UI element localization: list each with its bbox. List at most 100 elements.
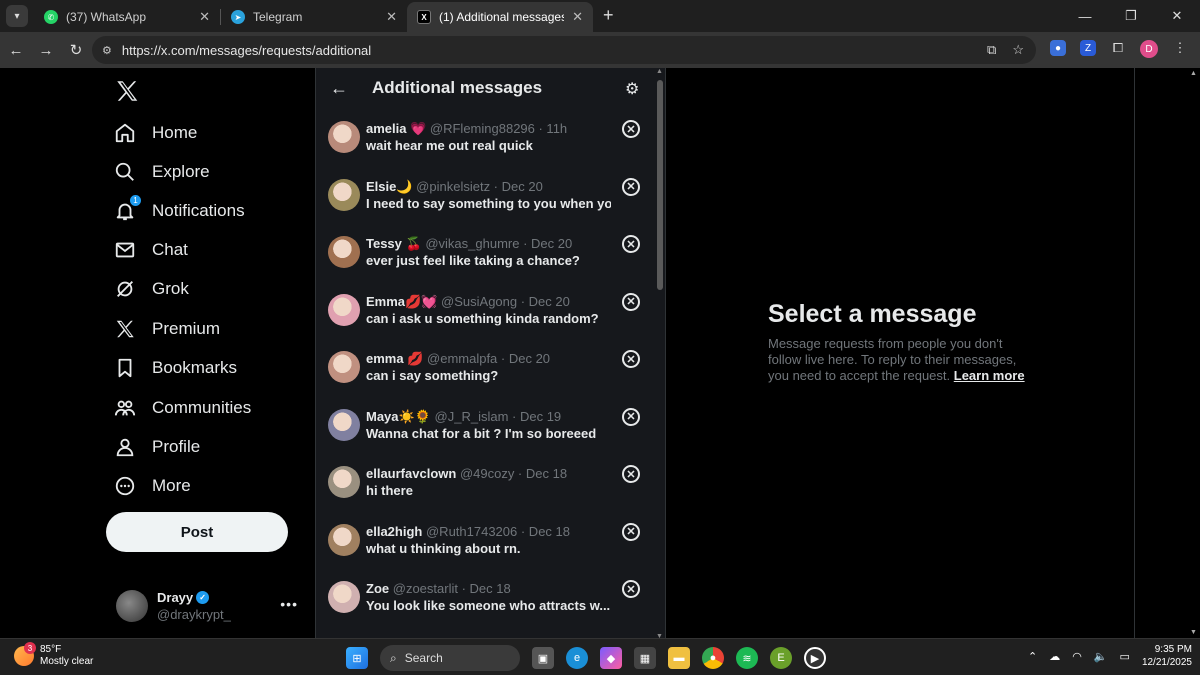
sidebar-item-notifications[interactable]: 1 Notifications [114, 194, 245, 226]
sender-meta: @vikas_ghumre · Dec 20 [425, 236, 573, 251]
sidebar-item-bookmarks[interactable]: Bookmarks [114, 353, 237, 383]
x-icon [116, 320, 134, 338]
message-request-row[interactable]: Tessy 🍒 @vikas_ghumre · Dec 20 ever just … [316, 223, 656, 279]
dismiss-icon[interactable]: ✕ [622, 350, 640, 368]
site-info-icon[interactable]: ⚙ [102, 44, 112, 57]
chevron-up-icon[interactable]: ⌃ [1028, 650, 1037, 663]
new-tab-button[interactable]: + [603, 5, 614, 26]
scroll-down-arrow-icon[interactable]: ▼ [1190, 629, 1197, 636]
weather-widget[interactable]: 3 85°F Mostly clear [14, 642, 93, 668]
clock[interactable]: 9:35 PM 12/21/2025 [1142, 643, 1192, 669]
sender-meta: @emmalpfa · Dec 20 [427, 351, 551, 366]
message-request-row[interactable]: Elsie🌙 @pinkelsietz · Dec 20 I need to sa… [316, 166, 656, 222]
back-button[interactable]: ← [2, 42, 30, 59]
install-app-icon[interactable]: ⧉ [987, 42, 996, 58]
edge-browser-icon[interactable]: e [566, 647, 588, 669]
windows-start-icon[interactable]: ⊞ [346, 647, 368, 669]
learn-more-link[interactable]: Learn more [954, 368, 1025, 383]
puzzle-icon[interactable]: ⧠ [1110, 40, 1126, 56]
gear-icon[interactable]: ⚙ [625, 79, 639, 99]
dismiss-icon[interactable]: ✕ [622, 177, 640, 196]
avatar[interactable] [328, 236, 360, 268]
tab-telegram[interactable]: ➤ Telegram ✕ [221, 2, 407, 32]
sidebar-item-communities[interactable]: Communities [114, 393, 251, 423]
copilot-icon[interactable]: ◆ [600, 647, 622, 669]
taskbar-search[interactable]: ⌕ Search [380, 645, 520, 671]
back-arrow-icon[interactable]: ← [330, 78, 348, 99]
dismiss-icon[interactable]: ✕ [622, 522, 640, 541]
dismiss-icon[interactable]: ✕ [622, 580, 640, 598]
close-window-button[interactable]: ✕ [1154, 0, 1200, 32]
post-button[interactable]: Post [106, 512, 288, 552]
media-player-icon[interactable]: ▶ [804, 647, 826, 669]
dismiss-icon[interactable]: ✕ [622, 407, 640, 426]
volume-icon[interactable]: 🔈 [1094, 650, 1108, 663]
sidebar-item-explore[interactable]: Explore [114, 157, 210, 187]
bookmark-icon [118, 358, 132, 378]
avatar[interactable] [328, 466, 360, 498]
restore-button[interactable]: ❐ [1108, 0, 1154, 32]
message-request-row[interactable]: ellaurfavclown @49cozy · Dec 18 hi there ✕ [316, 453, 656, 509]
url-bar[interactable]: ⚙ https://x.com/messages/requests/additi… [92, 36, 1036, 64]
avatar[interactable] [328, 408, 360, 441]
sidebar-item-label: Grok [152, 279, 189, 298]
sidebar-item-chat[interactable]: Chat [114, 235, 188, 265]
forward-button[interactable]: → [32, 42, 60, 59]
scroll-thumb[interactable] [657, 80, 663, 290]
store-icon[interactable]: ▦ [634, 647, 656, 669]
onedrive-icon[interactable]: ☁ [1049, 650, 1060, 663]
sidebar-item-profile[interactable]: Profile [114, 432, 200, 462]
reload-button[interactable]: ↻ [62, 41, 90, 59]
message-request-row[interactable]: amelia 💗 @RFleming88296 · 11h wait hear m… [316, 108, 656, 164]
app-icon[interactable]: E [770, 647, 792, 669]
close-icon[interactable]: ✕ [386, 9, 397, 25]
task-view-icon[interactable]: ▣ [532, 647, 554, 669]
scroll-up-arrow-icon[interactable]: ▲ [656, 68, 663, 75]
more-dots-icon[interactable]: ••• [280, 596, 298, 612]
avatar[interactable] [328, 178, 360, 211]
sidebar-item-home[interactable]: Home [114, 118, 197, 148]
wifi-icon[interactable]: ◠ [1072, 650, 1082, 663]
x-logo-icon[interactable] [114, 78, 140, 104]
avatar[interactable] [328, 523, 360, 556]
scroll-up-arrow-icon[interactable]: ▲ [1190, 70, 1197, 77]
bookmark-star-icon[interactable]: ☆ [1012, 42, 1024, 58]
minimize-button[interactable]: — [1062, 0, 1108, 32]
message-requests-panel: ← Additional messages ⚙ amelia 💗 @RFlemi… [315, 68, 666, 640]
dismiss-icon[interactable]: ✕ [622, 235, 640, 253]
sidebar-item-grok[interactable]: Grok [114, 274, 189, 304]
avatar[interactable] [328, 351, 360, 383]
sender-meta: @pinkelsietz · Dec 20 [416, 178, 543, 194]
dismiss-icon[interactable]: ✕ [622, 120, 640, 138]
spotify-icon[interactable]: ≋ [736, 647, 758, 669]
battery-icon[interactable]: ▭ [1120, 650, 1130, 663]
sidebar-item-more[interactable]: More [114, 471, 191, 501]
message-request-row[interactable]: emma 💋 @emmalpfa · Dec 20 can i say somet… [316, 338, 656, 394]
chrome-icon[interactable]: ● [702, 647, 724, 669]
file-explorer-icon[interactable]: ▬ [668, 647, 690, 669]
avatar[interactable] [328, 293, 360, 326]
avatar[interactable] [328, 581, 360, 613]
avatar[interactable] [328, 121, 360, 153]
message-request-row[interactable]: Maya☀️🌻 @J_R_islam · Dec 19 Wanna chat fo… [316, 396, 656, 452]
dismiss-icon[interactable]: ✕ [622, 292, 640, 311]
dismiss-icon[interactable]: ✕ [622, 465, 640, 483]
page-scrollbar[interactable]: ▲ ▼ [1188, 70, 1198, 636]
profile-avatar[interactable]: D [1140, 40, 1158, 58]
account-switcher[interactable]: Drayy ✓ @draykrypt_ ••• [116, 586, 306, 626]
extension-icon[interactable]: ● [1050, 40, 1066, 56]
message-request-row[interactable]: ella2high @Ruth1743206 · Dec 18 what u th… [316, 511, 656, 567]
message-request-row[interactable]: Zoe @zoestarlit · Dec 18 You look like so… [316, 568, 656, 624]
extension-icon[interactable]: Z [1080, 40, 1096, 56]
tab-whatsapp[interactable]: ✆ (37) WhatsApp ✕ [34, 2, 220, 32]
tab-title: (1) Additional messages / X [439, 10, 565, 24]
sidebar-item-premium[interactable]: Premium [114, 314, 220, 344]
menu-kebab-icon[interactable]: ⋮ [1172, 40, 1188, 56]
message-request-row[interactable]: Emma💋💓 @SusiAgong · Dec 20 can i ask u so… [316, 281, 656, 337]
url-text[interactable]: https://x.com/messages/requests/addition… [122, 43, 371, 58]
scrollbar[interactable]: ▲ ▼ [656, 68, 663, 640]
tab-x-messages[interactable]: X (1) Additional messages / X ✕ [407, 2, 593, 32]
close-icon[interactable]: ✕ [199, 9, 210, 25]
tab-search-dropdown[interactable]: ▾ [6, 5, 28, 27]
close-icon[interactable]: ✕ [572, 9, 583, 25]
